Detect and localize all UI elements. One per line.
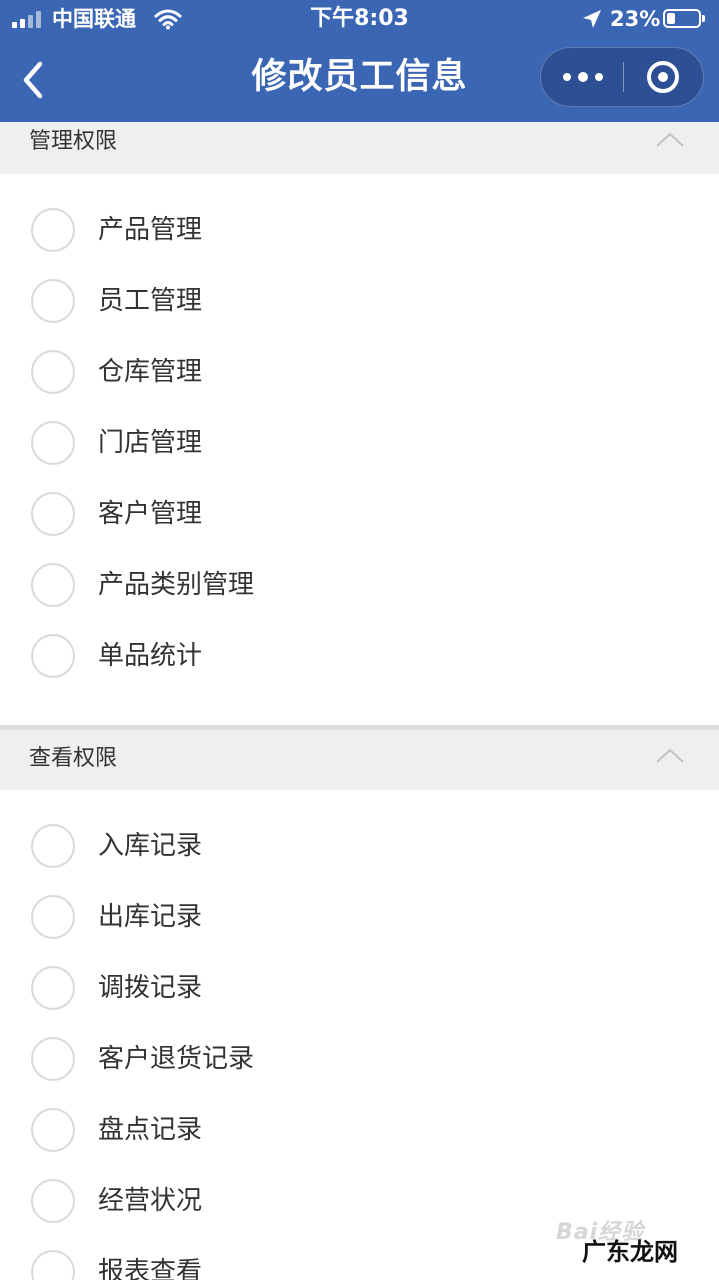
permission-item-product-category[interactable]: 产品类别管理 (0, 551, 719, 621)
permission-item-outbound[interactable]: 出库记录 (0, 883, 719, 953)
permission-item-staff[interactable]: 员工管理 (0, 267, 719, 337)
chevron-up-icon[interactable] (654, 746, 686, 766)
permission-item-transfer[interactable]: 调拨记录 (0, 954, 719, 1024)
page: 中国联通 下午8:03 23% 修改员工信息 管理权限 产品管理 员工管理 仓库… (0, 0, 719, 1280)
section-title: 查看权限 (29, 746, 118, 771)
location-arrow-icon (583, 10, 601, 28)
radio-button[interactable] (31, 1250, 75, 1280)
more-button[interactable] (541, 48, 623, 106)
item-label: 报表查看 (98, 1257, 203, 1280)
radio-button[interactable] (31, 279, 75, 323)
radio-button[interactable] (31, 1179, 75, 1223)
item-label: 调拨记录 (98, 973, 203, 1003)
item-label: 员工管理 (98, 286, 203, 316)
permission-item-sku-stats[interactable]: 单品统计 (0, 622, 719, 692)
radio-button[interactable] (31, 1108, 75, 1152)
radio-button[interactable] (31, 350, 75, 394)
item-label: 入库记录 (98, 831, 203, 861)
permission-item-customer[interactable]: 客户管理 (0, 480, 719, 550)
app-header: 中国联通 下午8:03 23% 修改员工信息 (0, 0, 719, 122)
battery-percent: 23% (610, 7, 661, 31)
close-target-icon (647, 61, 679, 93)
radio-button[interactable] (31, 1037, 75, 1081)
permission-item-store[interactable]: 门店管理 (0, 409, 719, 479)
site-watermark: 广东龙网 (582, 1238, 678, 1266)
radio-button[interactable] (31, 966, 75, 1010)
radio-button[interactable] (31, 563, 75, 607)
item-label: 仓库管理 (98, 357, 203, 387)
battery-icon (663, 9, 705, 28)
item-label: 出库记录 (98, 902, 203, 932)
radio-button[interactable] (31, 492, 75, 536)
item-label: 单品统计 (98, 641, 203, 671)
item-label: 盘点记录 (98, 1115, 203, 1145)
section-header-view[interactable]: 查看权限 (0, 730, 719, 790)
permission-item-customer-returns[interactable]: 客户退货记录 (0, 1025, 719, 1095)
item-label: 产品管理 (98, 215, 203, 245)
radio-button[interactable] (31, 634, 75, 678)
item-label: 产品类别管理 (98, 570, 255, 600)
section-header-manage[interactable]: 管理权限 (0, 122, 719, 174)
miniprogram-capsule (540, 47, 704, 107)
radio-button[interactable] (31, 895, 75, 939)
section-title: 管理权限 (29, 129, 118, 154)
item-label: 经营状况 (98, 1186, 203, 1216)
item-label: 客户管理 (98, 499, 203, 529)
permission-item-inbound[interactable]: 入库记录 (0, 812, 719, 882)
radio-button[interactable] (31, 421, 75, 465)
item-label: 门店管理 (98, 428, 203, 458)
permission-item-product[interactable]: 产品管理 (0, 196, 719, 266)
radio-button[interactable] (31, 208, 75, 252)
chevron-up-icon[interactable] (654, 130, 686, 150)
close-button[interactable] (624, 48, 704, 106)
radio-button[interactable] (31, 824, 75, 868)
status-bar: 中国联通 下午8:03 23% (0, 0, 719, 38)
item-label: 客户退货记录 (98, 1044, 255, 1074)
permission-item-stocktake[interactable]: 盘点记录 (0, 1096, 719, 1166)
permission-item-warehouse[interactable]: 仓库管理 (0, 338, 719, 408)
